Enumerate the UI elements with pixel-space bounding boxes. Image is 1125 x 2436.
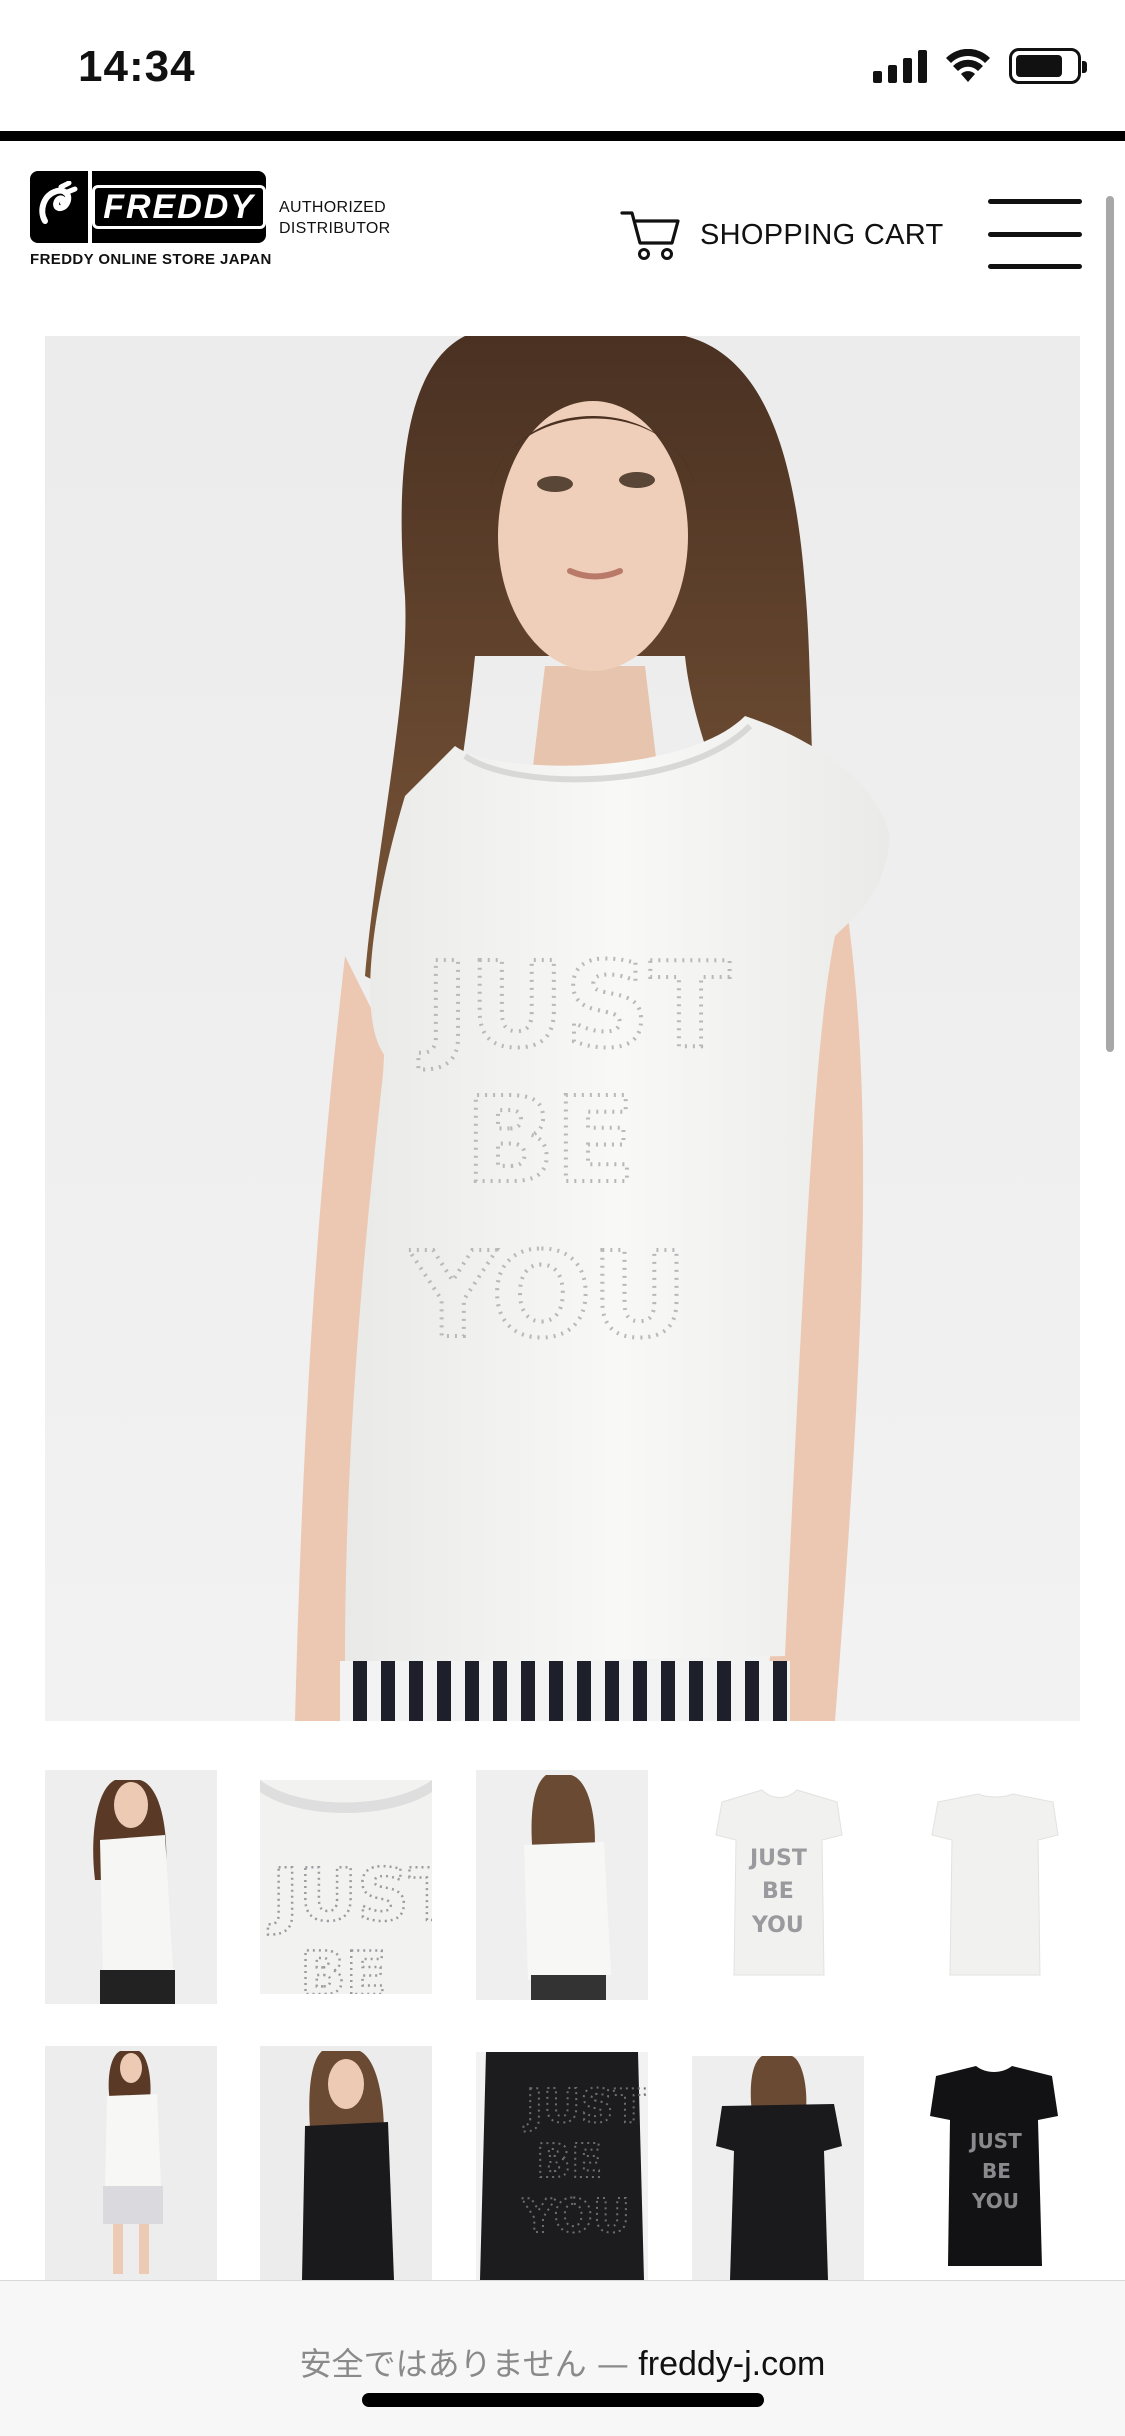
product-photo-model-white-tee: JUST BE YOU: [295, 336, 890, 1721]
thumbnail-detail-print-black[interactable]: JUST BE YOU: [476, 2052, 648, 2280]
thumbnail-flat-front-black[interactable]: JUST BE YOU: [908, 2056, 1080, 2280]
menu-line-icon: [988, 231, 1082, 237]
svg-text:YOU: YOU: [408, 1226, 687, 1364]
svg-text:BE: BE: [300, 1939, 387, 1994]
svg-text:JUST: JUST: [418, 936, 730, 1074]
svg-text:JUST: JUST: [523, 2079, 646, 2133]
svg-text:YOU: YOU: [521, 2189, 630, 2243]
cellular-signal-icon: [873, 49, 927, 83]
svg-text:YOU: YOU: [971, 2189, 1019, 2213]
status-icons: [873, 48, 1087, 84]
menu-line-icon: [988, 199, 1082, 204]
store-tagline: FREDDY ONLINE STORE JAPAN: [30, 251, 272, 268]
svg-text:BE: BE: [762, 1879, 794, 1904]
not-secure-label: 安全ではありません —: [299, 2345, 629, 2383]
authorized-line-1: AUTHORIZED: [279, 199, 386, 216]
thumbnail-model-full-white[interactable]: [45, 2046, 217, 2280]
status-time: 14:34: [78, 42, 196, 91]
hamburger-menu-button[interactable]: [988, 199, 1082, 269]
svg-text:BE: BE: [536, 2134, 602, 2188]
battery-icon: [1009, 48, 1087, 84]
svg-text:BE: BE: [982, 2159, 1011, 2183]
thumbnail-model-front-white[interactable]: [45, 1770, 217, 2004]
thumbnail-detail-print-white[interactable]: JUST BE: [260, 1780, 432, 1994]
freddy-logo-mark-icon: [30, 171, 89, 243]
thumbnail-model-front-black[interactable]: [260, 2046, 432, 2280]
status-bar: 14:34: [0, 0, 1125, 132]
page-scrollbar[interactable]: [1106, 196, 1114, 1052]
url-domain: freddy-j.com: [638, 2345, 826, 2383]
svg-text:BE: BE: [465, 1071, 636, 1209]
header-top-border: [0, 131, 1125, 141]
svg-text:YOU: YOU: [751, 1913, 804, 1938]
authorized-distributor-label: AUTHORIZED DISTRIBUTOR: [279, 197, 390, 239]
svg-text:JUST: JUST: [267, 1853, 432, 1937]
home-indicator[interactable]: [362, 2393, 764, 2407]
menu-line-icon: [988, 264, 1082, 269]
shopping-cart-label: SHOPPING CART: [700, 218, 944, 251]
wifi-icon: [946, 49, 990, 82]
product-main-image[interactable]: JUST BE YOU: [45, 336, 1080, 1721]
shopping-cart-icon: [620, 211, 680, 260]
url-display[interactable]: 安全ではありません — freddy-j.com: [0, 2339, 1125, 2385]
thumbnail-model-back-white[interactable]: [476, 1770, 648, 2000]
site-header: FREDDY FREDDY ONLINE STORE JAPAN AUTHORI…: [0, 141, 1125, 321]
thumbnail-flat-front-white[interactable]: JUST BE YOU: [692, 1780, 864, 1990]
thumbnail-flat-back-white[interactable]: [908, 1780, 1080, 1990]
shopping-cart-link[interactable]: SHOPPING CART: [620, 209, 943, 261]
brand-name: FREDDY: [92, 185, 266, 229]
svg-text:JUST: JUST: [968, 2129, 1022, 2153]
freddy-logo-wordmark: FREDDY: [92, 171, 266, 243]
authorized-line-2: DISTRIBUTOR: [279, 220, 391, 237]
svg-text:JUST: JUST: [748, 1846, 807, 1871]
thumbnail-model-back-black[interactable]: [692, 2056, 864, 2280]
freddy-logo[interactable]: FREDDY: [30, 171, 266, 243]
browser-url-bar[interactable]: 安全ではありません — freddy-j.com: [0, 2280, 1125, 2436]
